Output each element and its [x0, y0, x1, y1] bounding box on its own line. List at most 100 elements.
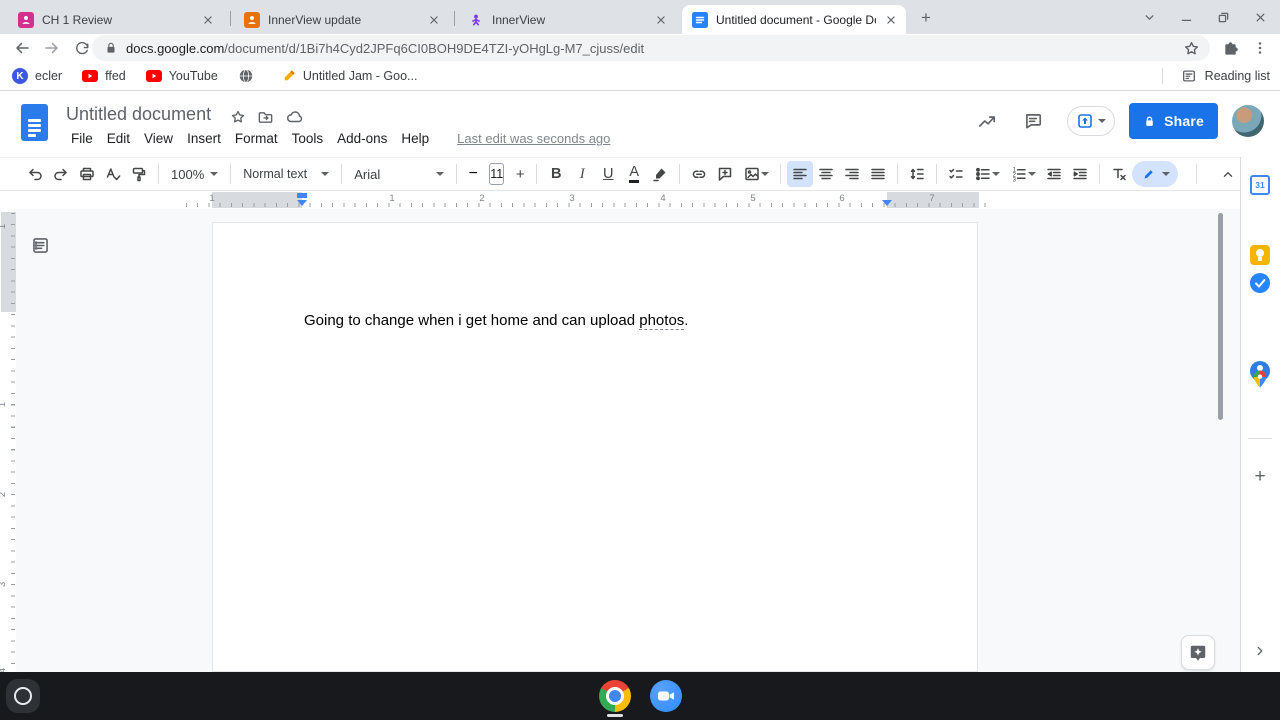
chrome-app-icon[interactable] — [599, 680, 631, 712]
editing-mode-button[interactable] — [1132, 161, 1178, 187]
tab-close-icon[interactable] — [884, 13, 898, 27]
collapse-toolbar-button[interactable] — [1215, 161, 1241, 187]
account-avatar[interactable] — [1232, 105, 1264, 137]
right-indent-marker[interactable] — [882, 200, 892, 206]
document-page[interactable]: Going to change when i get home and can … — [212, 222, 978, 672]
align-center-button[interactable] — [813, 161, 839, 187]
comments-icon[interactable] — [1023, 111, 1043, 131]
menu-insert[interactable]: Insert — [180, 131, 228, 146]
highlight-color-button[interactable] — [647, 161, 673, 187]
google-maps-icon[interactable] — [1250, 369, 1270, 389]
last-edit-status[interactable]: Last edit was seconds ago — [450, 131, 617, 146]
extensions-puzzle-icon[interactable] — [1218, 36, 1242, 60]
bookmark-label: YouTube — [169, 69, 218, 83]
explore-button[interactable] — [1181, 635, 1215, 670]
align-right-button[interactable] — [839, 161, 865, 187]
checklist-button[interactable] — [943, 161, 969, 187]
tab-innerview-update[interactable]: InnerView update — [234, 5, 449, 34]
bookmark-youtube[interactable]: YouTube — [146, 69, 218, 83]
first-line-indent-marker[interactable] — [297, 193, 307, 198]
menu-format[interactable]: Format — [228, 131, 285, 146]
launcher-button[interactable] — [6, 679, 40, 713]
menu-tools[interactable]: Tools — [285, 131, 331, 146]
tab-ch1-review[interactable]: CH 1 Review — [8, 5, 223, 34]
numbered-list-button[interactable]: 123 — [1005, 161, 1041, 187]
google-keep-icon[interactable] — [1250, 245, 1270, 265]
show-document-outline-button[interactable] — [28, 233, 52, 257]
document-status-cloud-icon[interactable] — [285, 108, 303, 126]
present-button[interactable] — [1067, 106, 1115, 136]
insert-link-button[interactable] — [686, 161, 712, 187]
document-title[interactable]: Untitled document — [66, 104, 211, 125]
underline-button[interactable]: U — [595, 161, 621, 187]
bold-button[interactable]: B — [543, 161, 569, 187]
tab-search-chevron-icon[interactable] — [1142, 10, 1157, 25]
forward-button[interactable] — [40, 36, 64, 60]
document-stats-icon[interactable] — [977, 111, 997, 131]
move-to-folder-icon[interactable] — [257, 109, 274, 126]
google-calendar-icon[interactable]: 31 — [1250, 175, 1270, 195]
text-color-button[interactable]: A — [621, 161, 647, 187]
share-button[interactable]: Share — [1129, 103, 1218, 139]
increase-indent-button[interactable] — [1067, 161, 1093, 187]
document-text[interactable]: Going to change when i get home and can … — [304, 312, 688, 329]
bookmark-globe[interactable] — [238, 68, 261, 84]
spell-check-button[interactable] — [100, 161, 126, 187]
reload-button[interactable] — [70, 36, 94, 60]
tab-divider — [230, 11, 231, 26]
paragraph-style-select[interactable]: Normal text — [237, 167, 335, 181]
undo-button[interactable] — [22, 161, 48, 187]
browser-menu-icon[interactable] — [1248, 36, 1272, 60]
vertical-scrollbar-thumb[interactable] — [1218, 213, 1223, 420]
paint-format-button[interactable] — [126, 161, 152, 187]
clear-formatting-button[interactable] — [1106, 161, 1132, 187]
left-indent-marker[interactable] — [297, 200, 307, 206]
text-run-flagged[interactable]: photos — [639, 312, 684, 330]
bookmark-untitled-jam[interactable]: Untitled Jam - Goo... — [281, 69, 418, 84]
address-bar[interactable]: docs.google.com/document/d/1Bi7h4Cyd2JPF… — [92, 35, 1210, 61]
insert-image-button[interactable] — [738, 161, 774, 187]
reading-list-button[interactable]: Reading list — [1162, 68, 1270, 84]
bookmark-star-icon[interactable] — [1183, 40, 1200, 57]
zoom-app-icon[interactable] — [650, 680, 682, 712]
tab-close-icon[interactable] — [654, 13, 668, 27]
lock-icon[interactable] — [104, 41, 118, 55]
star-document-icon[interactable] — [230, 109, 246, 125]
line-spacing-button[interactable] — [904, 161, 930, 187]
redo-button[interactable] — [48, 161, 74, 187]
google-docs-logo[interactable] — [21, 104, 48, 141]
tab-google-docs-active[interactable]: Untitled document - Google Docs — [682, 5, 906, 34]
tab-close-icon[interactable] — [201, 13, 215, 27]
minimize-icon[interactable] — [1179, 10, 1194, 25]
bulleted-list-button[interactable] — [969, 161, 1005, 187]
italic-button[interactable]: I — [569, 161, 595, 187]
add-comment-button[interactable] — [712, 161, 738, 187]
get-addons-button[interactable]: + — [1250, 467, 1270, 487]
print-button[interactable] — [74, 161, 100, 187]
close-window-icon[interactable] — [1253, 10, 1268, 25]
hide-side-panel-chevron-icon[interactable] — [1250, 641, 1270, 661]
font-select[interactable]: Arial — [348, 167, 450, 182]
increase-font-size-button[interactable]: + — [510, 161, 530, 187]
font-size-input[interactable]: 11 — [489, 163, 504, 185]
new-tab-button[interactable]: + — [916, 8, 936, 28]
zoom-select[interactable]: 100% — [165, 167, 224, 182]
bookmark-ecler[interactable]: K ecler — [12, 68, 62, 84]
tab-innerview[interactable]: InnerView — [458, 5, 676, 34]
decrease-indent-button[interactable] — [1041, 161, 1067, 187]
vertical-ruler[interactable]: 1 1 2 3 4 — [0, 209, 16, 672]
tab-close-icon[interactable] — [427, 13, 441, 27]
menu-file[interactable]: File — [64, 131, 100, 146]
menu-edit[interactable]: Edit — [100, 131, 137, 146]
menu-help[interactable]: Help — [394, 131, 436, 146]
restore-window-icon[interactable] — [1216, 10, 1231, 25]
align-justify-button[interactable] — [865, 161, 891, 187]
google-tasks-icon[interactable] — [1250, 273, 1270, 293]
bookmark-ffed[interactable]: ffed — [82, 69, 126, 83]
menu-addons[interactable]: Add-ons — [330, 131, 394, 146]
decrease-font-size-button[interactable]: − — [463, 161, 483, 187]
horizontal-ruler[interactable]: 1 1 2 3 4 5 6 7 — [0, 191, 1240, 209]
align-left-button[interactable] — [787, 161, 813, 187]
menu-view[interactable]: View — [137, 131, 180, 146]
back-button[interactable] — [10, 36, 34, 60]
